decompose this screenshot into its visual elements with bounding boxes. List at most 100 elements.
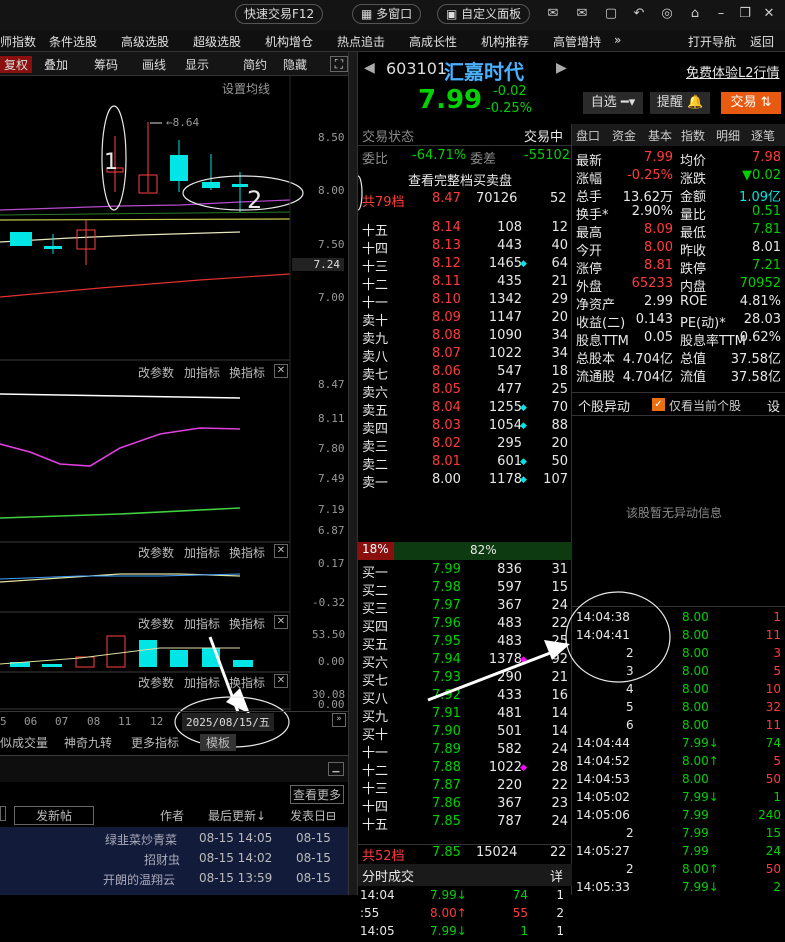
menu-item[interactable]: 机构增仓 <box>265 33 313 50</box>
candle <box>44 246 62 249</box>
high-price-label: ←8.64 <box>166 116 200 129</box>
candle <box>232 184 248 187</box>
new-post-button[interactable]: 发新帖 <box>14 806 94 825</box>
annotation-layer <box>358 175 671 702</box>
forum-updated: 08-15 13:59 <box>199 871 273 885</box>
bottom-tab[interactable]: 似成交量 <box>0 734 48 751</box>
quick-trade-button[interactable]: 快速交易F12 <box>235 4 324 24</box>
timeshare-row: :55 8.00↑ 55 2 <box>358 906 572 924</box>
collapse-icon[interactable]: ▁ <box>328 762 344 776</box>
indicator-line <box>0 427 241 467</box>
switch-indicator-link[interactable]: 换指标 <box>229 364 265 381</box>
close-icon[interactable]: ✕ <box>274 674 288 688</box>
add-indicator-link[interactable]: 加指标 <box>184 364 220 381</box>
custom-panel-button[interactable]: ▣ 自定义面板 <box>437 4 531 24</box>
ind-tick: 7.19 <box>318 503 345 516</box>
splitter[interactable] <box>348 52 358 895</box>
price-tick: 8.50 <box>318 131 345 144</box>
annotation-number: 2 <box>247 186 263 214</box>
kline-chart <box>0 76 304 748</box>
skin-icon[interactable]: ◎ <box>658 5 676 23</box>
lock-icon[interactable]: ▢ <box>602 5 620 23</box>
switch-indicator-link[interactable]: 换指标 <box>229 615 265 632</box>
ind-tick: 0.00 <box>318 698 345 711</box>
date-cursor: 2025/08/15/五 <box>182 713 274 731</box>
ind-tick: 7.80 <box>318 442 345 455</box>
mail-icon[interactable]: ✉ <box>573 5 591 23</box>
edit-params-link[interactable]: 改参数 <box>138 674 174 691</box>
ind-tick: 7.49 <box>318 472 345 485</box>
menu-bar: 师指数 条件选股 高级选股 超级选股 机构增仓 热点追击 高成长性 机构推荐 高… <box>0 30 785 52</box>
forum-date: 08-15 <box>296 871 331 885</box>
forum-date: 08-15 <box>296 851 331 865</box>
last-update-header[interactable]: 最后更新↓ <box>208 807 266 824</box>
menu-item[interactable]: 高管增持 <box>553 33 601 50</box>
volume-bar <box>42 664 62 667</box>
menu-item[interactable]: 高成长性 <box>409 33 457 50</box>
indicator-line <box>0 573 241 580</box>
add-indicator-link[interactable]: 加指标 <box>184 544 220 561</box>
indicator-line <box>0 507 241 519</box>
price-tick: 7.50 <box>318 238 345 251</box>
ind-tick: 53.50 <box>312 628 346 641</box>
view-more-button[interactable]: 查看更多 <box>290 785 345 804</box>
annotation-ellipse <box>182 175 304 211</box>
forum-author[interactable]: 绿韭菜炒青菜 <box>105 831 177 848</box>
volume-bar <box>106 635 126 668</box>
ts-time: :55 <box>360 906 380 920</box>
indicator-line <box>0 393 241 399</box>
switch-indicator-link[interactable]: 换指标 <box>229 544 265 561</box>
edit-params-link[interactable]: 改参数 <box>138 364 174 381</box>
author-header[interactable]: 作者 <box>160 807 184 824</box>
forum-date: 08-15 <box>296 831 331 845</box>
bottom-tab[interactable]: 更多指标 <box>131 734 179 751</box>
close-icon[interactable]: ✕ <box>274 544 288 558</box>
volume-bar <box>139 640 157 667</box>
scroll-right-icon[interactable]: » <box>332 713 346 727</box>
back-icon[interactable]: ↶ <box>630 5 648 23</box>
edit-params-link[interactable]: 改参数 <box>138 615 174 632</box>
title-bar: 快速交易F12 ▦ 多窗口 ▣ 自定义面板 ✉ ✉ ▢ ↶ ◎ ⌂ – ❐ ✕ <box>0 0 785 30</box>
ind-tick: 0.00 <box>318 655 345 668</box>
menu-item[interactable]: 条件选股 <box>49 33 97 50</box>
kline-panel: 复权 叠加 筹码 画线 显示 简约 隐藏 ⛶ 设置均线 ←8.64 1 2 8.… <box>0 52 356 895</box>
multi-window-button[interactable]: ▦ 多窗口 <box>352 4 422 24</box>
add-indicator-link[interactable]: 加指标 <box>184 674 220 691</box>
forum-tab[interactable] <box>0 806 6 821</box>
menu-more[interactable]: » <box>614 33 621 47</box>
annotation-number: 1 <box>104 150 118 175</box>
menu-item[interactable]: 超级选股 <box>193 33 241 50</box>
volume-bar <box>233 660 253 667</box>
minimize-icon[interactable]: – <box>712 5 730 23</box>
menu-item[interactable]: 返回 <box>750 33 774 50</box>
ind-tick: 0.17 <box>318 557 345 570</box>
x-tick: 11 <box>118 715 132 728</box>
ma-line <box>0 231 241 243</box>
bottom-tab-active[interactable]: 模板 <box>200 734 237 751</box>
switch-indicator-link[interactable]: 换指标 <box>229 674 265 691</box>
menu-item[interactable]: 师指数 <box>0 33 36 50</box>
price-tick: 7.00 <box>318 291 345 304</box>
ma-line <box>0 218 291 221</box>
ts-count: 1 <box>556 924 564 938</box>
close-icon[interactable]: ✕ <box>274 615 288 629</box>
forum-author[interactable]: 招财虫 <box>144 851 180 868</box>
edit-params-link[interactable]: 改参数 <box>138 544 174 561</box>
annotation-ellipse-edge <box>358 175 363 211</box>
close-icon[interactable]: ✕ <box>274 364 288 378</box>
menu-item[interactable]: 高级选股 <box>121 33 169 50</box>
add-indicator-link[interactable]: 加指标 <box>184 615 220 632</box>
message-icon[interactable]: ✉ <box>544 5 562 23</box>
ts-volume: 55 <box>512 906 528 920</box>
post-date-header[interactable]: 发表日⊟ <box>290 807 336 824</box>
maximize-icon[interactable]: ❐ <box>736 5 754 23</box>
bottom-tab[interactable]: 神奇九转 <box>64 734 112 751</box>
menu-item[interactable]: 机构推荐 <box>481 33 529 50</box>
menu-item[interactable]: 打开导航 <box>688 33 736 50</box>
menu-item[interactable]: 热点追击 <box>337 33 385 50</box>
forum-author[interactable]: 开朗的温翔云 <box>103 871 175 888</box>
volume-bar <box>170 650 188 667</box>
close-icon[interactable]: ✕ <box>760 5 778 23</box>
price-tick: 8.00 <box>318 184 345 197</box>
settings-icon[interactable]: ⌂ <box>686 5 704 23</box>
